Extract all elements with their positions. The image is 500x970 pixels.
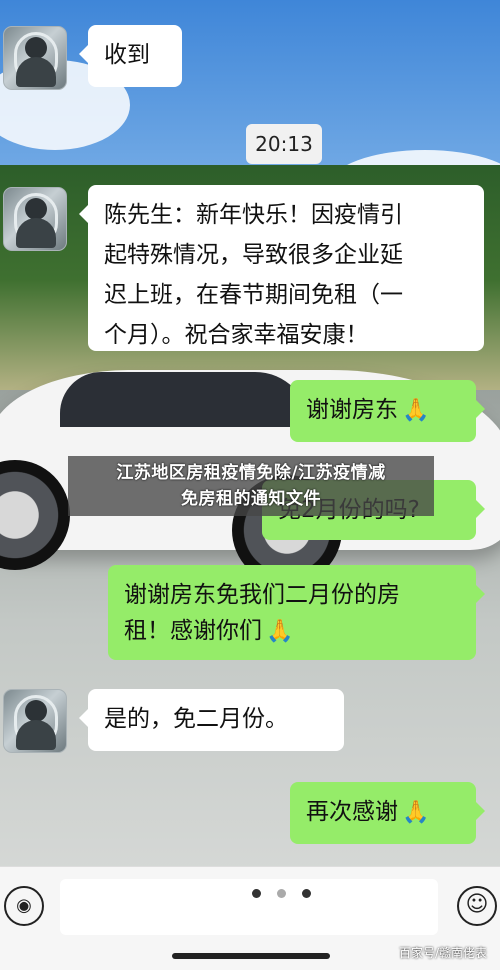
page-indicator-dot (302, 889, 311, 898)
home-indicator[interactable] (172, 953, 330, 959)
overlay-title-line: 免房租的通知文件 (181, 489, 321, 509)
page-indicator-dot (277, 889, 286, 898)
message-text: 是的，免二月份。 (104, 706, 288, 732)
message-bubble-outgoing[interactable]: 谢谢房东免我们二月份的房 租！感谢你们 🙏 (108, 565, 485, 660)
message-text-line: 租！感谢你们 (124, 618, 262, 644)
article-title-overlay: 江苏地区房租疫情免除/江苏疫情减 免房租的通知文件 (68, 456, 434, 516)
message-timestamp: 20:13 (246, 124, 322, 164)
message-bubble-incoming[interactable]: 收到 (79, 25, 182, 87)
message-text-line: 陈先生：新年快乐！因疫情引 (104, 202, 403, 228)
pray-emoji-icon: 🙏 (402, 398, 430, 423)
message-bubble-incoming[interactable]: 陈先生：新年快乐！因疫情引 起特殊情况，导致很多企业延 迟上班，在春节期间免租（… (79, 185, 484, 351)
message-text-line: 迟上班，在春节期间免租（一 (104, 282, 403, 308)
source-watermark: 百家号/赣南佬表 (399, 946, 488, 960)
message-bubble-outgoing[interactable]: 再次感谢 🙏 (290, 782, 485, 844)
contact-avatar[interactable] (3, 26, 67, 90)
message-bubble-outgoing[interactable]: 谢谢房东 🙏 (290, 380, 485, 442)
message-text-line: 起特殊情况，导致很多企业延 (104, 242, 403, 268)
message-text-line: 谢谢房东免我们二月份的房 (124, 582, 400, 608)
message-input[interactable] (60, 879, 438, 935)
contact-avatar[interactable] (3, 689, 67, 753)
overlay-title-line: 江苏地区房租疫情免除/江苏疫情减 (116, 463, 386, 483)
voice-icon[interactable]: ◉ (4, 886, 44, 926)
contact-avatar[interactable] (3, 187, 67, 251)
pray-emoji-icon: 🙏 (266, 619, 294, 644)
message-text: 再次感谢 (306, 799, 398, 825)
message-text: 谢谢房东 (306, 397, 398, 423)
pray-emoji-icon: 🙏 (402, 800, 430, 825)
wallpaper-car-window (60, 372, 310, 427)
message-bubble-incoming[interactable]: 是的，免二月份。 (79, 689, 344, 751)
emoji-icon[interactable]: ☺ (457, 886, 497, 926)
page-indicator-dot (252, 889, 261, 898)
message-text: 收到 (104, 42, 150, 68)
message-text-line: 个月）。祝合家幸福安康！ (104, 322, 369, 348)
